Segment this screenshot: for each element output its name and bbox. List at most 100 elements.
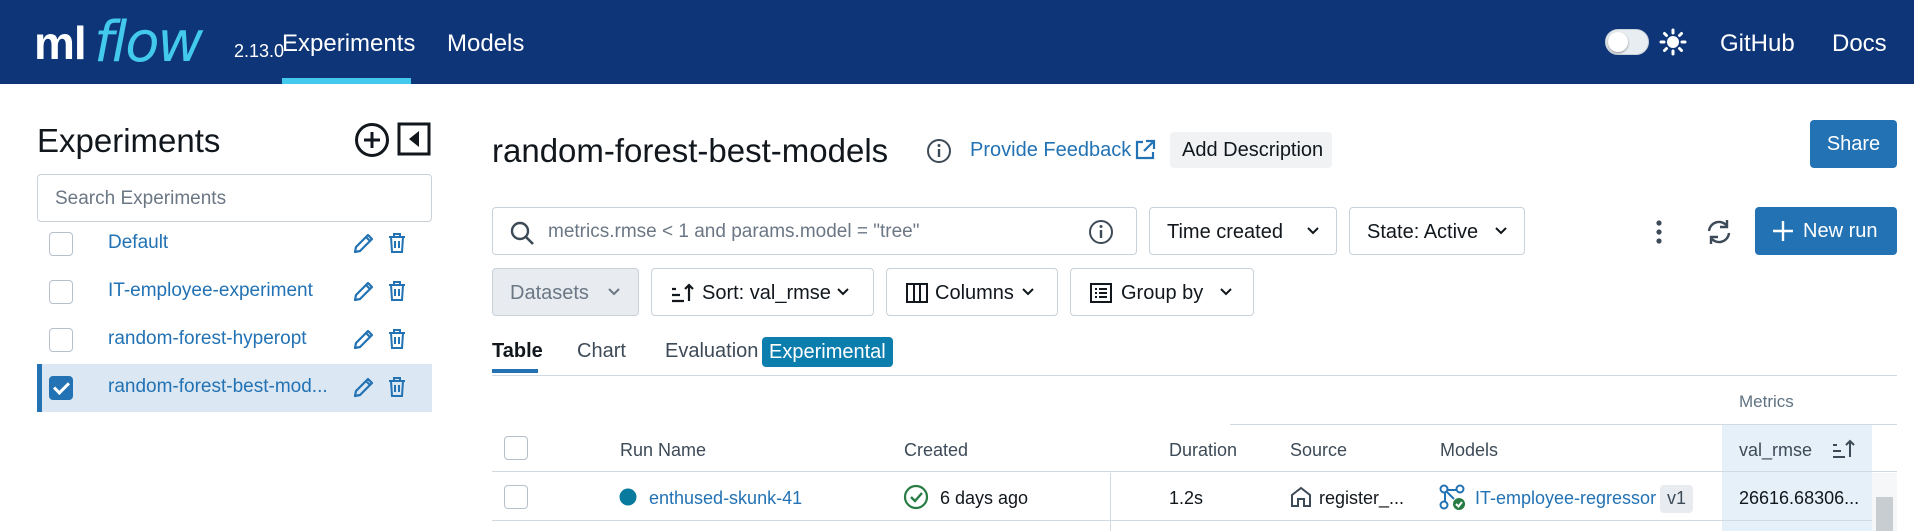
dropdown-label: Time created (1167, 221, 1283, 243)
chevron-down-icon (1307, 227, 1319, 235)
experiment-checkbox[interactable] (49, 376, 73, 400)
share-button[interactable]: Share (1810, 120, 1897, 168)
column-header-val-rmse[interactable]: val_rmse (1739, 440, 1812, 461)
search-placeholder: Search Experiments (55, 188, 227, 209)
top-navbar: ml flow 2.13.0 Experiments Models GitHub… (0, 0, 1914, 84)
external-link-icon[interactable] (1133, 138, 1157, 162)
experiment-item-default[interactable]: Default (37, 220, 432, 268)
column-header-source[interactable]: Source (1290, 440, 1347, 461)
search-icon (510, 221, 534, 245)
docs-link[interactable]: Docs (1832, 30, 1887, 58)
search-experiments-input[interactable]: Search Experiments (37, 174, 432, 222)
tab-evaluation[interactable]: Evaluation (665, 340, 758, 363)
run-duration: 1.2s (1169, 488, 1204, 508)
experiment-item-rf-hyperopt[interactable]: random-forest-hyperopt (37, 316, 432, 364)
scrollbar-thumb[interactable] (1876, 497, 1893, 531)
column-header-created[interactable]: Created (904, 440, 968, 461)
logo-flow-text: flow (94, 10, 203, 75)
provide-feedback-link[interactable]: Provide Feedback (970, 139, 1131, 162)
chevron-down-icon (837, 288, 849, 296)
run-search-input[interactable]: metrics.rmse < 1 and params.model = "tre… (492, 207, 1137, 255)
active-tab-indicator (492, 369, 538, 373)
check-circle-icon (903, 484, 929, 510)
delete-trash-icon[interactable] (387, 376, 407, 398)
logo-ml-text: ml (34, 17, 87, 69)
column-header-duration[interactable]: Duration (1169, 440, 1237, 461)
delete-trash-icon[interactable] (387, 232, 407, 254)
metrics-group-header: Metrics (1739, 392, 1794, 411)
experiment-item-it-employee[interactable]: IT-employee-experiment (37, 268, 432, 316)
columns-dropdown[interactable]: Columns (886, 268, 1058, 316)
info-icon[interactable] (1088, 219, 1114, 245)
edit-pencil-icon[interactable] (352, 327, 376, 351)
sort-ascending-icon (672, 283, 694, 303)
metric-val-rmse: 26616.68306... (1739, 488, 1860, 508)
chevron-down-icon (1220, 288, 1232, 296)
dropdown-label: State: Active (1367, 221, 1479, 243)
chevron-down-icon (1495, 227, 1507, 235)
experiment-title: random-forest-best-models (492, 132, 889, 169)
model-version-badge[interactable]: v1 (1660, 485, 1694, 513)
dark-mode-toggle[interactable] (1605, 29, 1649, 55)
run-color-dot[interactable] (619, 488, 637, 506)
info-icon[interactable] (926, 138, 952, 164)
delete-trash-icon[interactable] (387, 280, 407, 302)
run-created: 6 days ago (940, 488, 1029, 508)
experiment-name[interactable]: IT-employee-experiment (108, 280, 313, 302)
tab-table[interactable]: Table (492, 340, 543, 363)
plus-icon (1773, 221, 1793, 241)
column-header-models[interactable]: Models (1440, 440, 1498, 461)
dropdown-label: Sort: val_rmse (702, 282, 831, 304)
experiment-name[interactable]: random-forest-best-mod... (108, 376, 328, 398)
nav-models[interactable]: Models (447, 30, 524, 58)
refresh-icon[interactable] (1705, 218, 1733, 246)
experiment-checkbox[interactable] (49, 328, 73, 352)
experiment-checkbox[interactable] (49, 280, 73, 304)
experiment-item-rf-best-models[interactable]: random-forest-best-mod... (37, 364, 432, 412)
sun-icon (1659, 28, 1687, 56)
group-by-dropdown[interactable]: Group by (1070, 268, 1254, 316)
time-created-dropdown[interactable]: Time created (1149, 207, 1337, 255)
new-run-label: New run (1803, 220, 1878, 242)
run-source[interactable]: register_... (1319, 488, 1404, 509)
select-all-checkbox[interactable] (504, 436, 528, 460)
group-by-icon (1090, 283, 1112, 303)
dropdown-label: Datasets (510, 282, 589, 304)
edit-pencil-icon[interactable] (352, 231, 376, 255)
more-options-icon[interactable] (1647, 218, 1671, 246)
column-header-run-name[interactable]: Run Name (620, 440, 706, 461)
active-nav-indicator (282, 78, 411, 84)
edit-pencil-icon[interactable] (352, 375, 376, 399)
create-experiment-icon[interactable] (354, 122, 390, 158)
columns-icon (906, 283, 928, 303)
model-link[interactable]: IT-employee-regressor (1475, 488, 1656, 509)
selected-indicator (37, 364, 42, 412)
run-name-link[interactable]: enthused-skunk-41 (649, 488, 802, 509)
dropdown-label: Group by (1121, 282, 1204, 304)
github-link[interactable]: GitHub (1720, 30, 1795, 58)
state-filter-dropdown[interactable]: State: Active (1349, 207, 1525, 255)
sort-dropdown[interactable]: Sort: val_rmse (651, 268, 874, 316)
new-run-button[interactable]: New run (1755, 207, 1897, 255)
registered-model-icon (1439, 484, 1465, 510)
dropdown-label: Columns (935, 282, 1014, 304)
row-checkbox[interactable] (504, 485, 528, 509)
notebook-source-icon (1291, 486, 1311, 507)
experiment-name[interactable]: random-forest-hyperopt (108, 328, 307, 350)
edit-pencil-icon[interactable] (352, 279, 376, 303)
version-label: 2.13.0 (234, 41, 285, 61)
search-placeholder: metrics.rmse < 1 and params.model = "tre… (548, 221, 920, 242)
chevron-down-icon (1022, 288, 1034, 296)
delete-trash-icon[interactable] (387, 328, 407, 350)
column-divider (1110, 473, 1111, 531)
tab-chart[interactable]: Chart (577, 340, 626, 363)
experimental-badge: Experimental (762, 337, 893, 367)
experiment-name[interactable]: Default (108, 232, 168, 254)
chevron-down-icon (608, 288, 620, 296)
add-description-button[interactable]: Add Description (1170, 132, 1332, 168)
collapse-sidebar-icon[interactable] (397, 122, 431, 156)
sort-ascending-icon[interactable] (1831, 437, 1855, 461)
datasets-dropdown[interactable]: Datasets (492, 268, 639, 316)
experiment-checkbox[interactable] (49, 232, 73, 256)
nav-experiments[interactable]: Experiments (282, 30, 415, 58)
